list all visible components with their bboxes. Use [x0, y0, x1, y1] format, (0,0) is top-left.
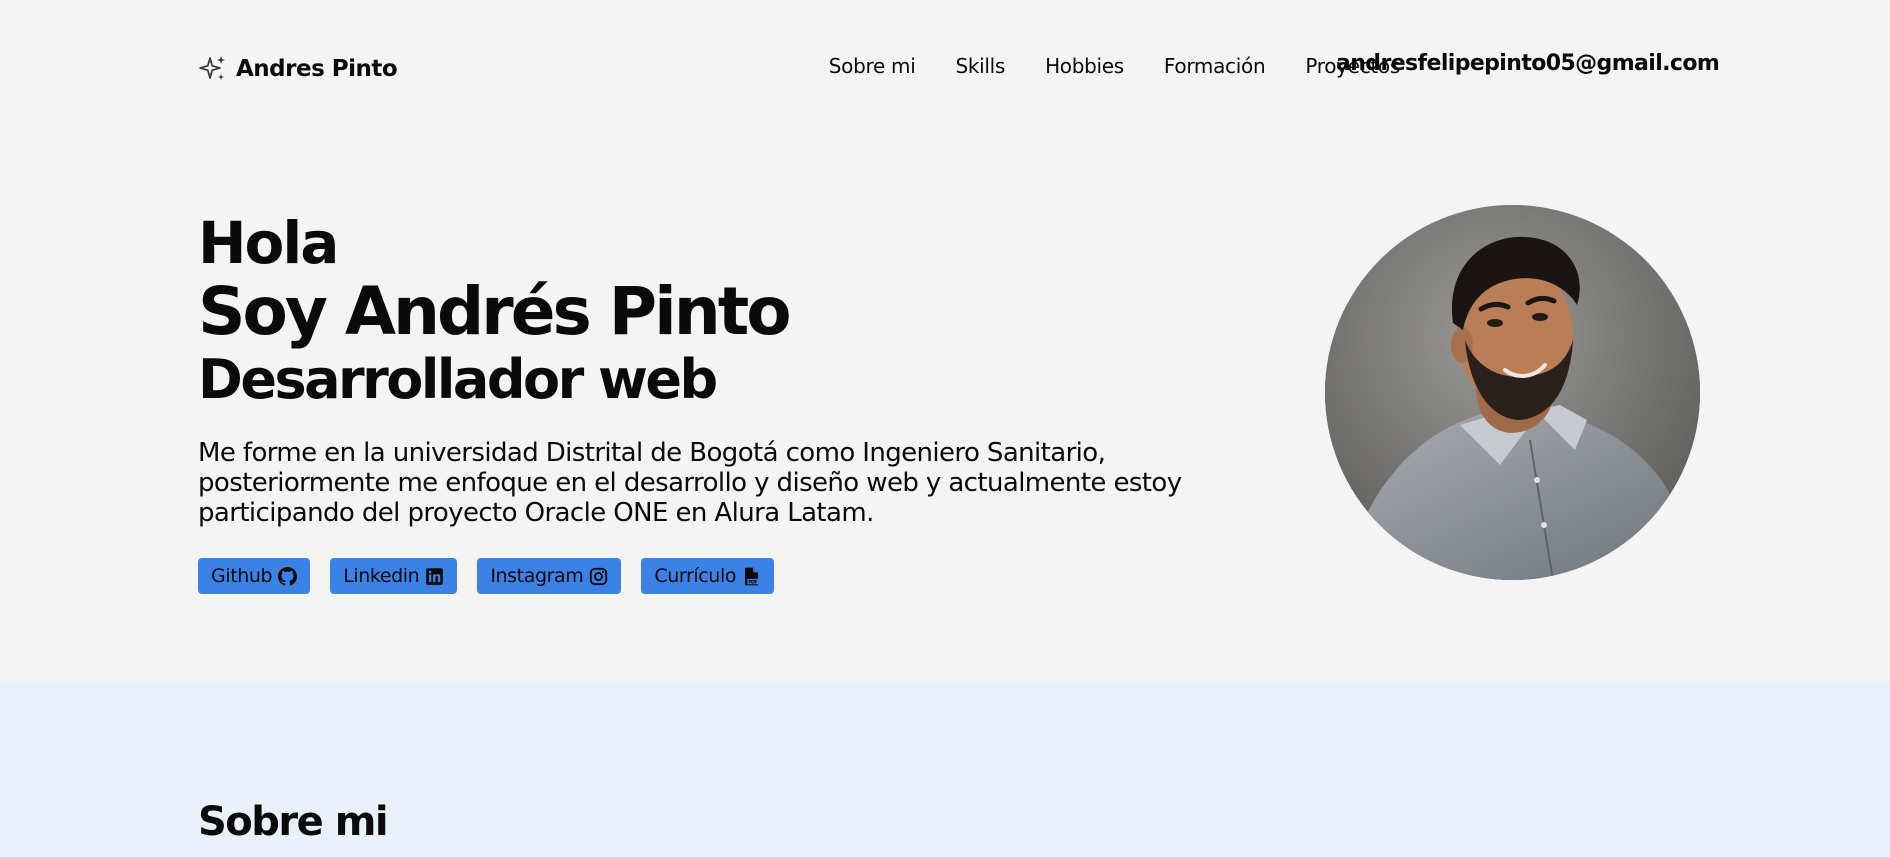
- pdf-icon: PDF: [745, 567, 759, 585]
- nav-item-hobbies[interactable]: Hobbies: [1045, 54, 1124, 78]
- github-button-label: Github: [211, 565, 273, 587]
- page: Andres Pinto Sobre mi Skills Hobbies For…: [0, 0, 1890, 857]
- nav-item-formacion[interactable]: Formación: [1164, 54, 1266, 78]
- hero-bio: Me forme en la universidad Distrital de …: [198, 438, 1182, 528]
- email-link[interactable]: andresfelipepinto05@gmail.com: [1336, 51, 1720, 76]
- social-buttons: Github Linkedin Instagram Currículo PDF: [198, 558, 1238, 594]
- github-icon: [278, 566, 298, 586]
- curriculo-button-label: Currículo: [654, 565, 737, 587]
- hero-text: Hola Soy Andrés Pinto Desarrollador web …: [198, 210, 1238, 594]
- nav-item-skills[interactable]: Skills: [955, 54, 1005, 78]
- profile-photo: [1325, 205, 1700, 580]
- linkedin-icon: [426, 567, 444, 585]
- profile-photo-illustration: [1325, 205, 1700, 580]
- instagram-button-label: Instagram: [490, 565, 584, 587]
- hero-section: Hola Soy Andrés Pinto Desarrollador web …: [0, 140, 1890, 681]
- about-section: Sobre mi: [0, 681, 1890, 857]
- hero-role: Desarrollador web: [198, 348, 718, 411]
- main-nav: Sobre mi Skills Hobbies Formación Proyec…: [829, 54, 1401, 78]
- github-button[interactable]: Github: [198, 558, 311, 594]
- site-header: Andres Pinto Sobre mi Skills Hobbies For…: [0, 0, 1890, 140]
- instagram-button[interactable]: Instagram: [477, 558, 622, 594]
- about-title: Sobre mi: [198, 799, 389, 845]
- nav-item-sobre-mi[interactable]: Sobre mi: [829, 54, 916, 78]
- linkedin-button-label: Linkedin: [343, 565, 420, 587]
- svg-text:PDF: PDF: [748, 579, 757, 585]
- logo-text: Andres Pinto: [236, 56, 398, 82]
- instagram-icon: [590, 567, 608, 585]
- sparkles-icon: [199, 56, 225, 80]
- hero-name: Soy Andrés Pinto: [198, 273, 792, 350]
- logo-link[interactable]: Andres Pinto: [198, 54, 398, 84]
- curriculo-button[interactable]: Currículo PDF: [641, 558, 775, 594]
- linkedin-button[interactable]: Linkedin: [330, 558, 458, 594]
- hero-greeting: Hola: [198, 209, 339, 277]
